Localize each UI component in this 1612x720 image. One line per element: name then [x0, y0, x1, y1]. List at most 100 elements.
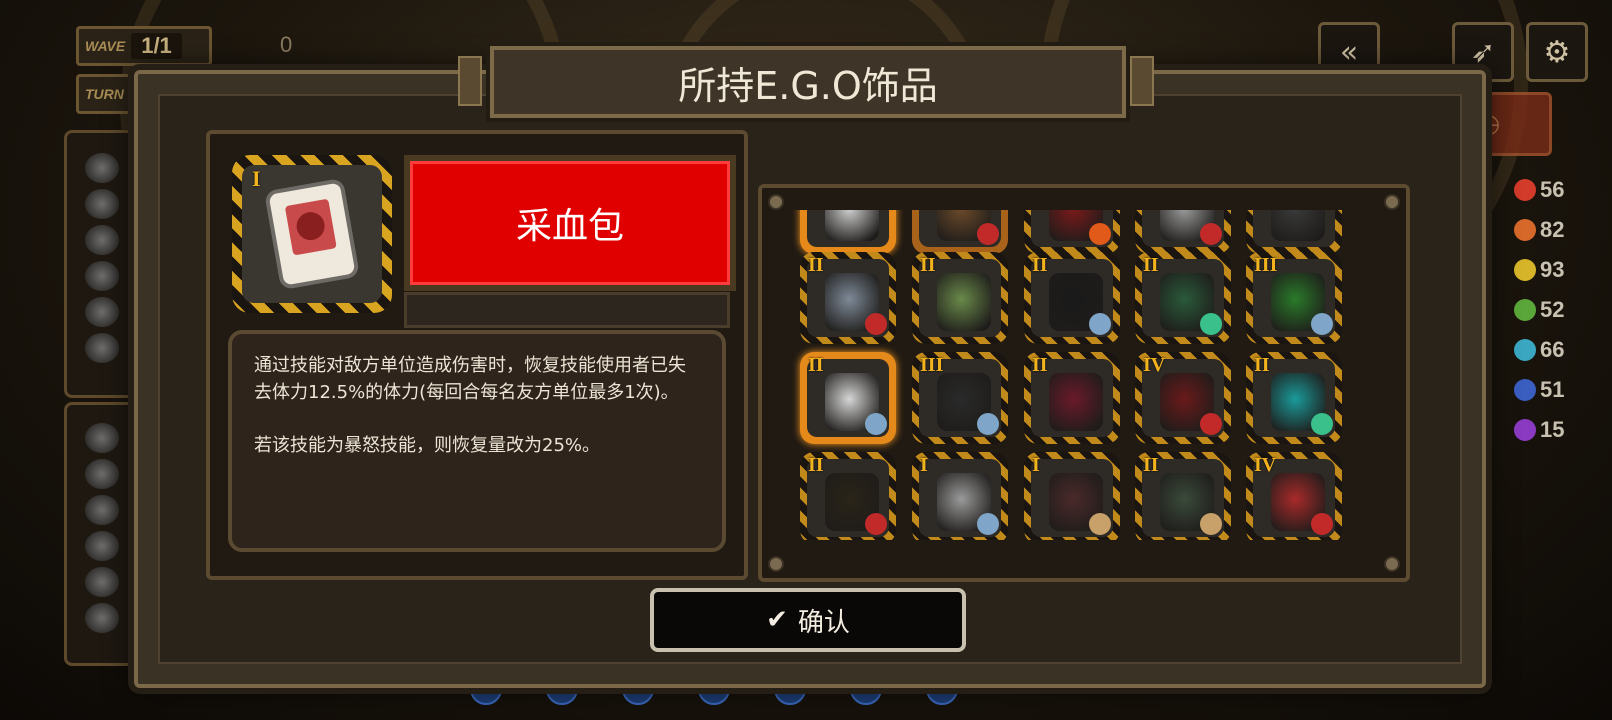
portrait-icon[interactable]: [85, 261, 119, 291]
wave-label: WAVE: [85, 38, 126, 54]
affinity-badge-icon: [1311, 513, 1333, 535]
gift-rank: II: [1032, 254, 1048, 276]
gift-slot[interactable]: II: [1246, 352, 1342, 444]
gift-grid-pane: II II II II III II III II IV II II I I II IV: [758, 184, 1410, 582]
gift-rank: II: [808, 454, 824, 476]
ally-portrait-panel: [64, 130, 140, 398]
gift-slot[interactable]: [912, 210, 1008, 254]
affinity-badge-icon: [1200, 223, 1222, 245]
affinity-badge-icon: [977, 223, 999, 245]
gift-slot-inner: [919, 210, 1001, 247]
portrait-icon[interactable]: [85, 297, 119, 327]
gift-rank: II: [1143, 454, 1159, 476]
wave-counter: WAVE 1/1: [76, 26, 212, 66]
resource-list: 56 82 93 52 66 51 15: [1514, 170, 1594, 450]
affinity-badge-icon: [865, 513, 887, 535]
gift-rank: IV: [1143, 354, 1166, 376]
gift-rank: II: [1032, 354, 1048, 376]
feather-icon: ➶: [1470, 34, 1496, 70]
confirm-button[interactable]: ✔ 确认: [650, 588, 966, 652]
resource-count: 66: [1540, 337, 1565, 362]
gift-slot[interactable]: II: [800, 252, 896, 344]
gift-slot-inner: [1253, 210, 1335, 247]
portrait-icon[interactable]: [85, 495, 119, 525]
resource-item: 56: [1514, 170, 1594, 210]
gift-slot[interactable]: [1246, 210, 1342, 254]
affinity-badge-icon: [1311, 413, 1333, 435]
gift-slot[interactable]: IV: [1246, 452, 1342, 540]
affinity-badge-icon: [865, 313, 887, 335]
gift-slot[interactable]: II: [1135, 452, 1231, 540]
gift-slot[interactable]: IV: [1135, 352, 1231, 444]
gift-rank: II: [808, 254, 824, 276]
gift-slot[interactable]: II: [1135, 252, 1231, 344]
portrait-icon[interactable]: [85, 225, 119, 255]
gift-name-underbar: [404, 292, 730, 328]
title-post-right: [1130, 56, 1154, 106]
affinity-badge-icon: [865, 413, 887, 435]
gift-rank: II: [920, 254, 936, 276]
gift-art-icon: [1271, 210, 1325, 241]
gift-slot-inner: [807, 210, 889, 247]
resource-item: 15: [1514, 410, 1594, 450]
gift-description-bonus: 若该技能为暴怒技能，则恢复量改为25%。: [254, 435, 601, 456]
double-chevron-left-icon: «: [1339, 34, 1359, 70]
screw: [1384, 194, 1400, 210]
resource-count: 15: [1540, 417, 1565, 442]
affinity-badge-icon: [1200, 513, 1222, 535]
gift-slot-inner: [919, 459, 1001, 537]
portrait-icon[interactable]: [85, 603, 119, 633]
screw: [1384, 556, 1400, 572]
gear-icon: ⚙: [1543, 34, 1571, 70]
title-post-left: [458, 56, 482, 106]
gift-slot[interactable]: III: [1246, 252, 1342, 344]
portrait-icon[interactable]: [85, 333, 119, 363]
gift-slot[interactable]: III: [912, 352, 1008, 444]
gift-rank: III: [1254, 254, 1278, 276]
portrait-icon[interactable]: [85, 531, 119, 561]
gift-rank: II: [1254, 354, 1270, 376]
affinity-badge-icon: [977, 413, 999, 435]
gift-rank: II: [1143, 254, 1159, 276]
gift-grid[interactable]: II II II II III II III II IV II II I I II IV: [782, 210, 1386, 540]
gift-slot[interactable]: II: [800, 452, 896, 540]
resource-icon: [1514, 299, 1536, 321]
gift-slot[interactable]: [800, 210, 896, 254]
portrait-icon[interactable]: [85, 459, 119, 489]
selected-gift-art: [242, 165, 382, 303]
turn-label: TURN: [85, 86, 124, 102]
portrait-icon[interactable]: [85, 153, 119, 183]
affinity-badge-icon: [1089, 513, 1111, 535]
gift-slot[interactable]: [1024, 210, 1120, 254]
modal-title: 所持E.G.O饰品: [490, 46, 1126, 118]
affinity-badge-icon: [977, 513, 999, 535]
gift-art-icon: [825, 210, 879, 241]
enemy-portrait-panel: [64, 402, 140, 666]
resource-count: 56: [1540, 177, 1565, 202]
gift-slot[interactable]: I: [912, 452, 1008, 540]
gift-slot[interactable]: II: [800, 352, 896, 444]
affinity-badge-icon: [1311, 313, 1333, 335]
resource-icon: [1514, 219, 1536, 241]
gift-slot[interactable]: [1135, 210, 1231, 254]
affinity-badge-icon: [1089, 223, 1111, 245]
gift-rank: II: [808, 354, 824, 376]
settings-button[interactable]: ⚙: [1526, 22, 1588, 82]
gift-slot[interactable]: I: [1024, 452, 1120, 540]
wave-value: 1/1: [131, 33, 182, 59]
resource-icon: [1514, 179, 1536, 201]
gift-slot-inner: [1031, 459, 1113, 537]
gift-slot[interactable]: II: [1024, 252, 1120, 344]
resource-icon: [1514, 379, 1536, 401]
gift-slot[interactable]: II: [1024, 352, 1120, 444]
portrait-icon[interactable]: [85, 567, 119, 597]
resource-item: 66: [1514, 330, 1594, 370]
portrait-icon[interactable]: [85, 423, 119, 453]
resource-item: 51: [1514, 370, 1594, 410]
gift-art-icon: [1049, 373, 1103, 431]
score-value: 0: [280, 32, 293, 57]
resource-count: 93: [1540, 257, 1565, 282]
resource-count: 82: [1540, 217, 1565, 242]
gift-slot[interactable]: II: [912, 252, 1008, 344]
portrait-icon[interactable]: [85, 189, 119, 219]
